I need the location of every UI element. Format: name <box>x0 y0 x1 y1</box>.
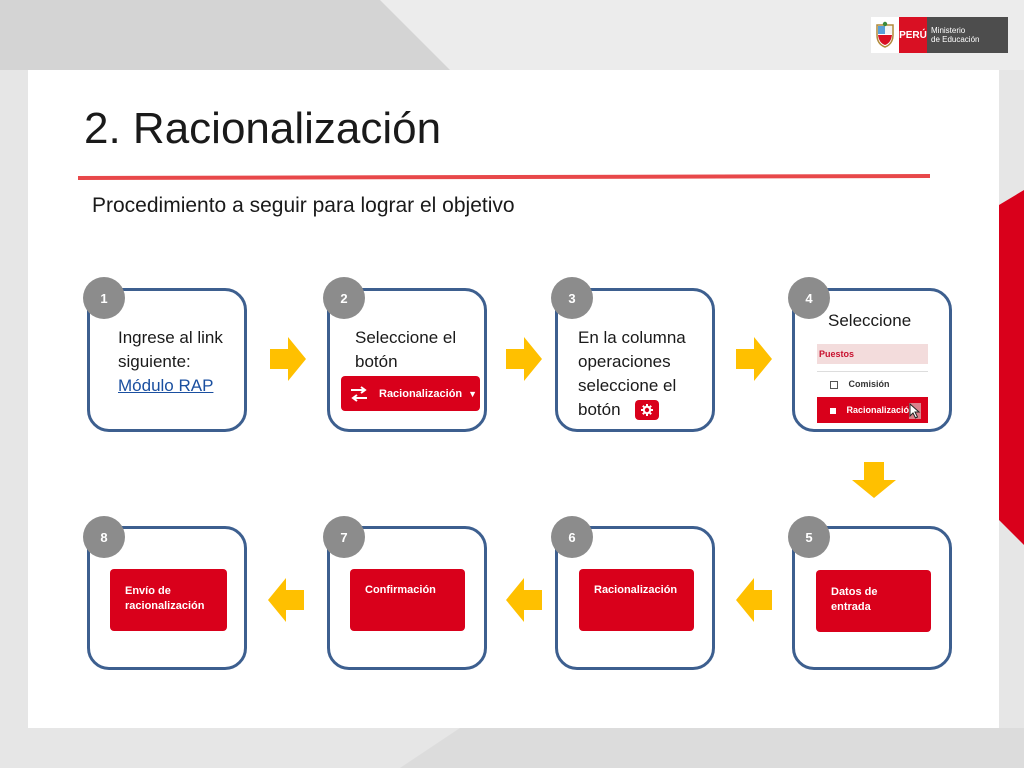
gear-icon <box>641 404 653 416</box>
logo-country: PERÚ <box>899 17 927 53</box>
step-2-text: Seleccione el botón <box>355 326 456 374</box>
step-4-text: Seleccione <box>828 311 912 330</box>
logo-ministry: Ministerio de Educación <box>927 17 1008 53</box>
step-2-line2: botón <box>355 352 398 371</box>
coat-of-arms-icon <box>871 17 899 53</box>
modulo-rap-link[interactable]: Módulo RAP <box>118 374 223 398</box>
title-underline <box>78 174 930 180</box>
swap-arrows-icon <box>351 385 367 402</box>
step-3-line4-text: botón <box>578 400 621 419</box>
step-2-line1: Seleccione el <box>355 328 457 347</box>
step-6-badge: 6 <box>551 516 593 558</box>
checkbox-icon <box>830 380 838 389</box>
step-8-badge: 8 <box>83 516 125 558</box>
envio-button-line2: racionalización <box>125 600 205 612</box>
arrow-left-icon <box>506 578 542 622</box>
datos-button-line1: Datos de <box>831 586 878 598</box>
logo-ministry-line1: Ministerio <box>931 26 966 35</box>
racionalizacion-button-label: Racionalización <box>379 387 463 400</box>
step-3-line1: En la columna <box>578 328 686 347</box>
step-1-line2: siguiente: <box>118 352 191 371</box>
menu-item-comision[interactable]: Comisión <box>817 371 928 396</box>
step-4-badge: 4 <box>788 277 830 319</box>
step-7-badge: 7 <box>323 516 365 558</box>
datos-entrada-button[interactable]: Datos de entrada <box>816 570 931 632</box>
page-title: 2. Racionalización <box>84 104 442 153</box>
mouse-cursor-icon <box>909 403 921 419</box>
step-2-badge: 2 <box>323 277 365 319</box>
step-1-text: Ingrese al link siguiente: Módulo RAP <box>118 326 223 398</box>
menu-item-racionalizacion-label: Racionalización <box>846 405 915 415</box>
step-3-line2: operaciones <box>578 352 671 371</box>
menu-header-label: Puestos <box>819 349 855 359</box>
step-3-line4: botón <box>578 398 686 422</box>
arrow-left-icon <box>736 578 772 622</box>
caret-down-icon: ▼ <box>468 388 478 399</box>
arrow-left-icon <box>268 578 304 622</box>
confirmacion-button[interactable]: Confirmación <box>350 569 465 631</box>
arrow-down-icon <box>852 462 896 498</box>
step-3-text: En la columna operaciones seleccione el … <box>578 326 686 422</box>
step-5-badge: 5 <box>788 516 830 558</box>
datos-button-line2: entrada <box>831 601 871 613</box>
logo-ministry-line2: de Educación <box>931 35 980 44</box>
confirmacion-button-label: Confirmación <box>365 584 436 596</box>
envio-racionalizacion-button[interactable]: Envío de racionalización <box>110 569 227 631</box>
step-1-badge: 1 <box>83 277 125 319</box>
page-subtitle: Procedimiento a seguir para lograr el ob… <box>92 194 515 217</box>
envio-button-line1: Envío de <box>125 585 171 597</box>
gear-operation-button[interactable] <box>635 400 659 420</box>
arrow-right-icon <box>506 337 542 381</box>
menu-header-puestos: Puestos <box>817 344 928 364</box>
racionalizacion-step-button[interactable]: Racionalización <box>579 569 694 631</box>
step-1-line1: Ingrese al link <box>118 328 223 347</box>
ministry-logo: PERÚ Ministerio de Educación <box>871 17 1008 53</box>
menu-item-comision-label: Comisión <box>848 379 890 389</box>
racionalizacion-dropdown-button[interactable]: Racionalización ▼ <box>341 376 480 411</box>
step-3-badge: 3 <box>551 277 593 319</box>
square-bullet-icon <box>830 407 836 414</box>
arrow-right-icon <box>736 337 772 381</box>
arrow-right-icon <box>270 337 306 381</box>
step-3-line3: seleccione el <box>578 376 677 395</box>
racionalizacion-step-label: Racionalización <box>594 584 678 596</box>
